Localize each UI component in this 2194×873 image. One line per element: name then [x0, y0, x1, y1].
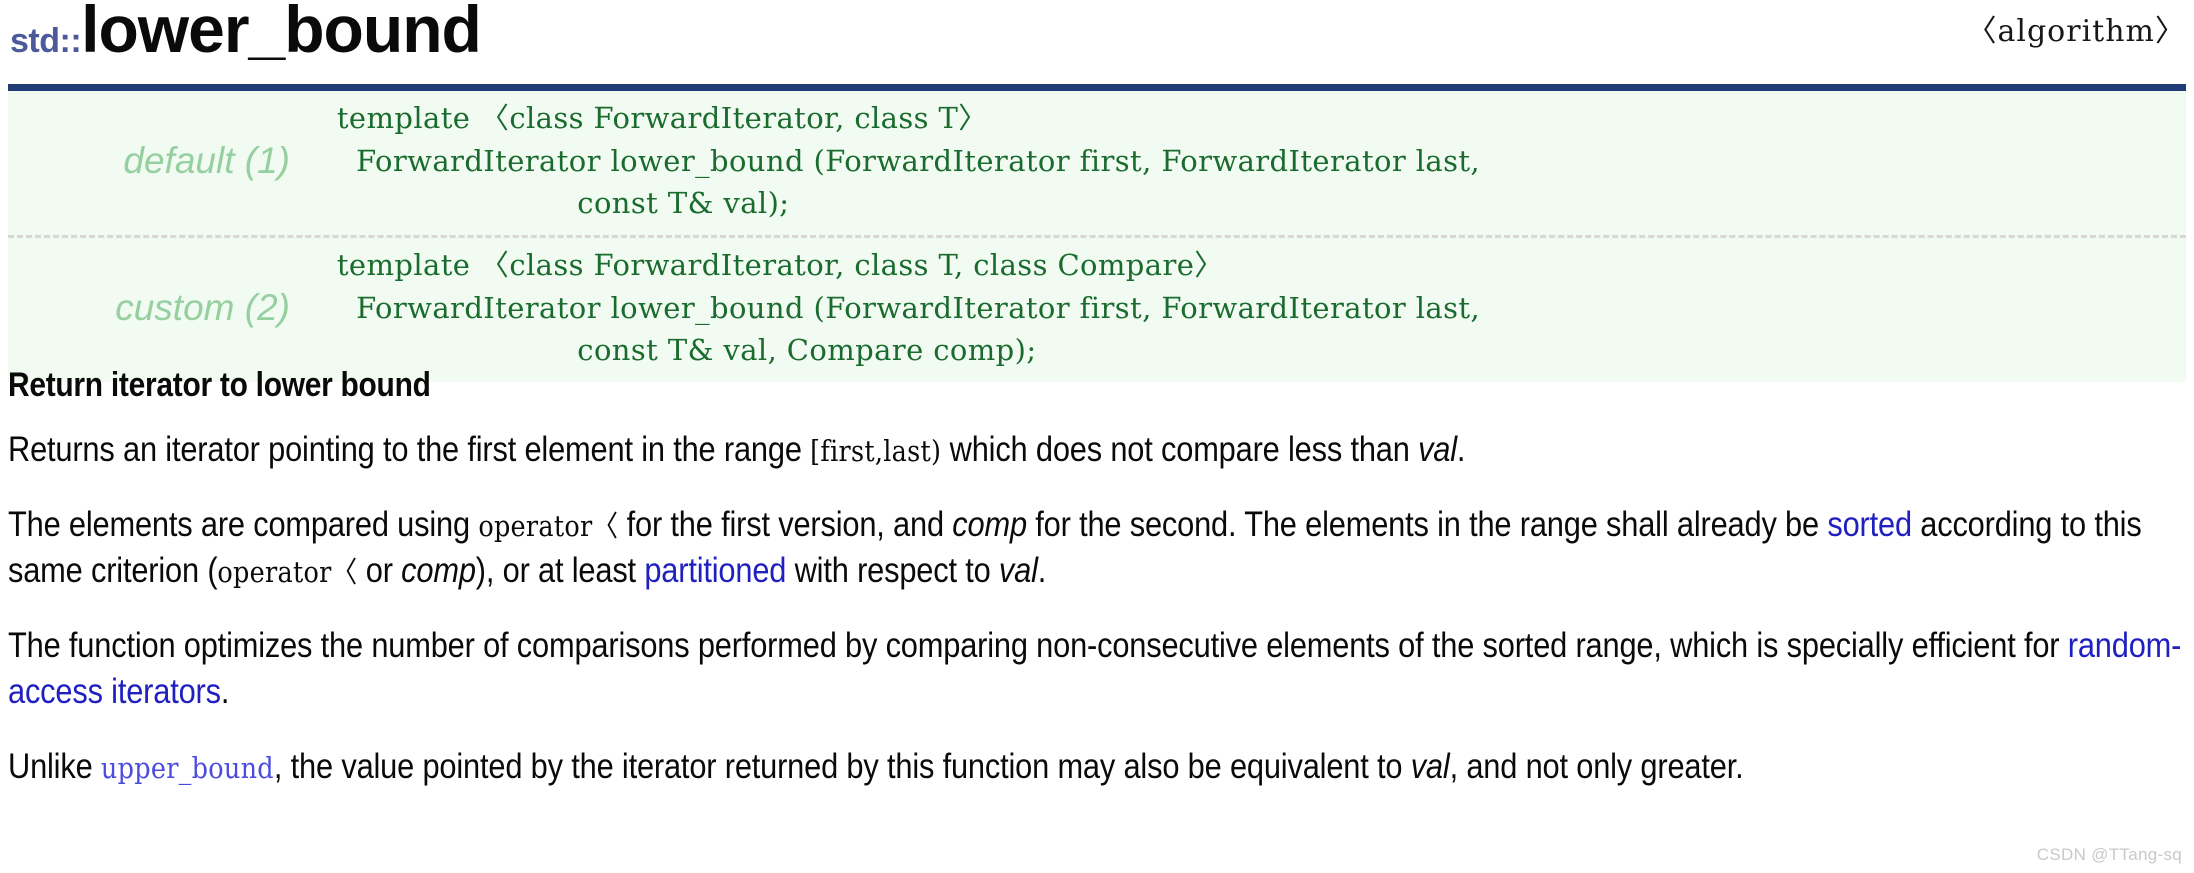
paragraph-optimization: The function optimizes the number of com…: [8, 623, 2185, 716]
text-fragment: which does not compare less than: [941, 430, 1419, 469]
prototype-code-default: template 〈class ForwardIterator, class T…: [336, 101, 1481, 221]
paragraph-unlike-upper-bound: Unlike upper_bound, the value pointed by…: [8, 744, 2185, 791]
include-header-label: 〈algorithm〉: [1966, 14, 2186, 49]
text-fragment: with respect to: [786, 551, 999, 591]
namespace-prefix: std::: [10, 22, 82, 60]
text-fragment: .: [1456, 430, 1466, 469]
prototype-label-custom: custom (2): [115, 286, 290, 328]
inline-code-operator-less-2: operator〈: [217, 555, 358, 590]
description-section: Return iterator to lower bound Returns a…: [8, 366, 2186, 790]
page-title: std::lower_bound: [10, 0, 482, 62]
reference-page: std::lower_bound 〈algorithm〉 default (1)…: [0, 0, 2194, 873]
text-fragment: Returns an iterator pointing to the firs…: [8, 430, 811, 469]
paragraph-comparison: The elements are compared using operator…: [8, 502, 2185, 595]
link-partitioned[interactable]: partitioned: [644, 551, 786, 590]
page-header: std::lower_bound 〈algorithm〉: [0, 0, 2194, 84]
section-heading: Return iterator to lower bound: [8, 366, 431, 404]
function-name: lower_bound: [81, 0, 482, 66]
paragraph-returns: Returns an iterator pointing to the firs…: [8, 427, 2185, 474]
text-fragment: .: [1037, 551, 1047, 591]
emphasis-comp: comp: [952, 504, 1027, 544]
emphasis-comp-2: comp: [401, 551, 476, 591]
text-fragment: Unlike: [8, 746, 101, 786]
text-fragment: The function optimizes the number of com…: [8, 625, 2068, 665]
inline-code-operator-less: operator〈: [478, 508, 619, 543]
text-fragment: , the value pointed by the iterator retu…: [273, 746, 1411, 786]
text-fragment: for the second. The elements in the rang…: [1026, 504, 1828, 544]
link-upper-bound[interactable]: upper_bound: [101, 751, 274, 785]
prototype-label-default: default (1): [123, 139, 290, 181]
emphasis-val-3: val: [1410, 746, 1450, 786]
prototype-table: default (1) template 〈class ForwardItera…: [8, 91, 2186, 382]
link-sorted[interactable]: sorted: [1827, 505, 1912, 544]
prototype-row-default: default (1) template 〈class ForwardItera…: [8, 91, 2186, 235]
watermark: CSDN @TTang-sq: [2036, 845, 2182, 864]
emphasis-val-2: val: [998, 551, 1038, 591]
prototype-row-custom: custom (2) template 〈class ForwardIterat…: [8, 234, 2186, 382]
prototype-code-custom: template 〈class ForwardIterator, class T…: [336, 247, 1481, 368]
text-fragment: for the first version, and: [618, 504, 953, 544]
text-fragment: The elements are compared using: [8, 504, 479, 544]
inline-code-range: [first,last): [810, 434, 942, 468]
text-fragment: , and not only greater.: [1449, 746, 1744, 786]
text-fragment: .: [220, 672, 230, 712]
title-divider: [8, 84, 2186, 91]
emphasis-val: val: [1418, 430, 1457, 469]
text-fragment: ), or at least: [475, 551, 645, 591]
text-fragment: or: [357, 551, 402, 591]
